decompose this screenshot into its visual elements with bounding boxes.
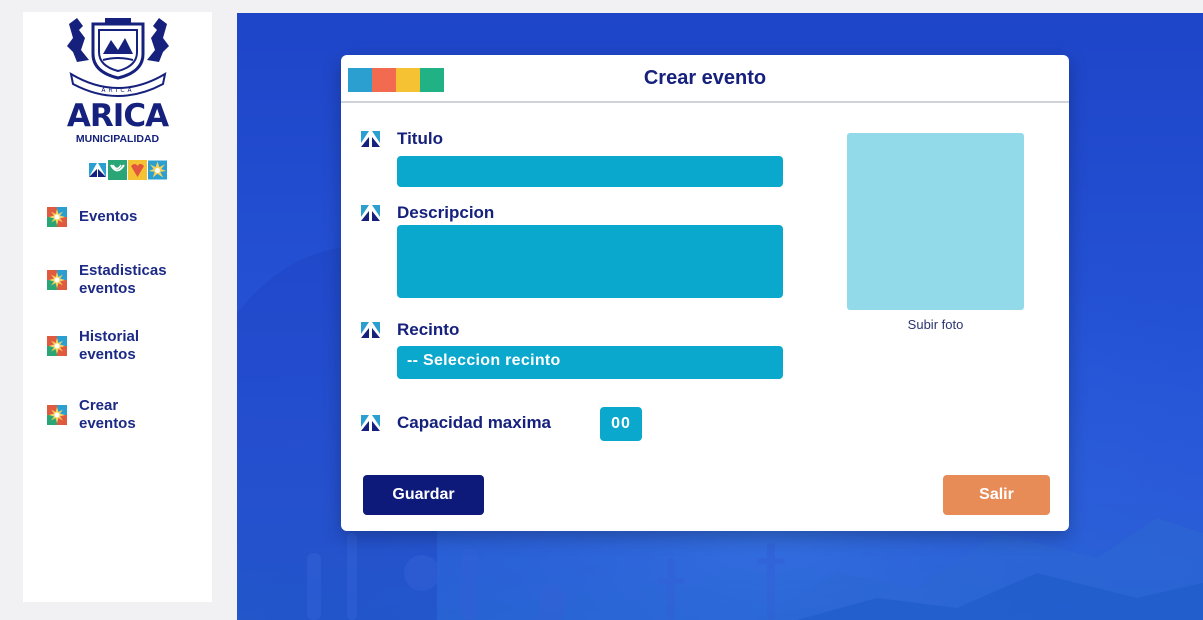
svg-text:ARICA: ARICA <box>101 87 134 94</box>
recinto-selected-value: -- Seleccion recinto <box>407 352 561 369</box>
sidebar: ARICA ARICA MUNICIPALIDAD Eventos Estadi… <box>23 12 212 602</box>
sun-tile-icon <box>47 270 67 290</box>
sun-tile-icon <box>47 207 67 227</box>
descripcion-textarea[interactable] <box>397 225 783 298</box>
sun-tile-icon <box>47 405 67 425</box>
brand-tiles <box>88 160 167 180</box>
exit-button[interactable]: Salir <box>943 475 1050 515</box>
brand-subtitle: MUNICIPALIDAD <box>75 133 160 145</box>
sidebar-item-estadisticas-eventos[interactable]: Estadisticas eventos <box>47 262 167 298</box>
photo-upload-area[interactable] <box>847 133 1024 310</box>
capacidad-input[interactable]: 00 <box>600 407 642 441</box>
triangle-tile-icon <box>88 160 107 180</box>
photo-upload-label[interactable]: Subir foto <box>847 317 1024 332</box>
sidebar-item-label: Crear eventos <box>79 397 136 432</box>
sidebar-item-historial-eventos[interactable]: Historial eventos <box>47 328 139 364</box>
sun-tile-icon <box>148 160 167 180</box>
titulo-label: Titulo <box>361 129 443 149</box>
triangle-tile-icon <box>361 131 380 147</box>
sidebar-item-label: Historial eventos <box>79 328 140 363</box>
descripcion-label: Descripcion <box>361 203 494 223</box>
triangle-tile-icon <box>361 322 380 338</box>
heart-tile-icon <box>128 160 147 180</box>
create-event-card: Crear evento Titulo Descripcion Recinto … <box>341 55 1069 531</box>
arica-crest-icon: ARICA <box>67 18 169 97</box>
brand-title: ARICA <box>66 98 169 134</box>
card-header: Crear evento <box>341 55 1069 103</box>
sidebar-item-eventos[interactable]: Eventos <box>47 207 137 227</box>
titulo-input[interactable] <box>397 156 783 187</box>
save-button[interactable]: Guardar <box>363 475 484 515</box>
sun-tile-icon <box>47 336 67 356</box>
triangle-tile-icon <box>361 205 380 221</box>
recinto-label: Recinto <box>361 320 459 340</box>
municipality-logo: ARICA ARICA MUNICIPALIDAD <box>23 12 212 202</box>
page-title: Crear evento <box>643 67 767 89</box>
leaf-tile-icon <box>108 160 127 180</box>
sidebar-item-label: Estadisticas eventos <box>79 262 167 297</box>
sidebar-item-crear-eventos[interactable]: Crear eventos <box>47 397 136 433</box>
sidebar-item-label: Eventos <box>79 208 138 225</box>
triangle-tile-icon <box>361 415 380 431</box>
capacidad-label: Capacidad maxima <box>361 413 551 433</box>
recinto-select[interactable]: -- Seleccion recinto <box>397 346 783 379</box>
